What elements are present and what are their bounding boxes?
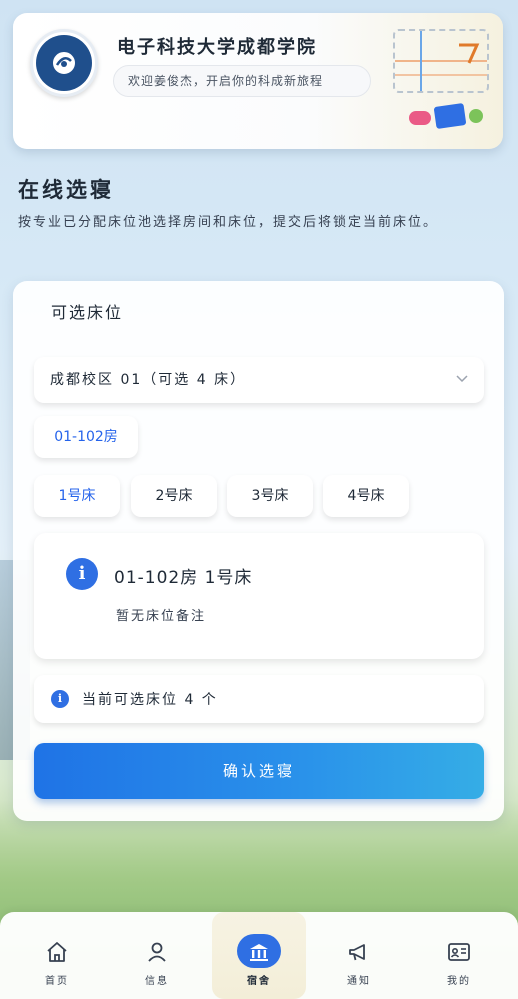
welcome-message: 欢迎姜俊杰，开启你的科成新旅程 [113,65,371,97]
nav-item-home[interactable]: 首页 [10,912,104,999]
bed-chip-1[interactable]: 1号床 [34,475,120,517]
available-count-bar: i 当前可选床位 4 个 [34,675,484,723]
info-icon: i [51,690,69,708]
building-icon [250,944,268,961]
room-chip[interactable]: 01-102房 [34,416,138,458]
id-card-icon [448,943,470,961]
selected-bed-title: 01-102房 1号床 [114,568,253,588]
school-logo [30,29,98,97]
nav-label-home: 首页 [45,976,69,987]
nav-label-notice: 通知 [347,976,371,987]
user-icon [148,942,166,962]
page-title: 在线选寝 [18,178,114,202]
available-count-text: 当前可选床位 4 个 [82,692,218,708]
bottom-navigation: 首页 信息 宿舍 通知 我的 [0,912,518,999]
nav-item-dorm[interactable]: 宿舍 [212,912,306,999]
nav-label-dorm: 宿舍 [247,976,271,987]
decorative-sketch [393,29,489,93]
campus-select[interactable]: 成都校区 01（可选 4 床） [34,357,484,403]
nav-item-mine[interactable]: 我的 [412,912,506,999]
bed-selection-card: 可选床位 成都校区 01（可选 4 床） 01-102房 1号床 2号床 3号床… [13,281,504,821]
nav-label-info: 信息 [145,976,169,987]
section-title: 可选床位 [51,303,124,322]
school-name: 电子科技大学成都学院 [117,37,317,58]
chevron-down-icon [456,375,468,383]
bed-note: 暂无床位备注 [116,609,207,624]
selected-bed-info-card: i 01-102房 1号床 暂无床位备注 [34,533,484,659]
nav-item-notice[interactable]: 通知 [312,912,406,999]
bed-chip-2[interactable]: 2号床 [131,475,217,517]
header-card: 电子科技大学成都学院 欢迎姜俊杰，开启你的科成新旅程 [13,13,503,149]
confirm-selection-button[interactable]: 确认选寝 [34,743,484,799]
megaphone-icon [349,944,365,961]
school-emblem-icon [51,50,77,76]
home-icon [47,942,67,962]
nav-item-info[interactable]: 信息 [110,912,204,999]
bed-chip-3[interactable]: 3号床 [227,475,313,517]
campus-select-value: 成都校区 01（可选 4 床） [50,372,247,388]
decorative-shapes [409,101,489,131]
nav-label-mine: 我的 [447,976,471,987]
info-icon: i [66,558,98,590]
page-subtitle: 按专业已分配床位池选择房间和床位，提交后将锁定当前床位。 [18,215,439,230]
bed-chip-4[interactable]: 4号床 [323,475,409,517]
